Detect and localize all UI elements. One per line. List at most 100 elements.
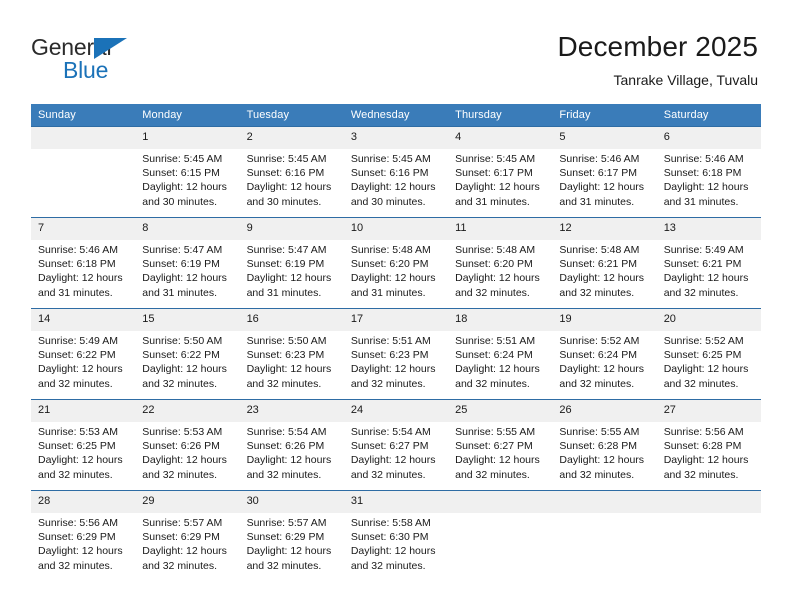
day-details: Sunrise: 5:54 AM Sunset: 6:27 PM Dayligh… [344,422,448,482]
page-header: General Blue December 2025 Tanrake Villa… [0,0,792,100]
sunset-text: Sunset: 6:20 PM [350,258,429,271]
day-cell[interactable]: 8 Sunrise: 5:47 AM Sunset: 6:19 PM Dayli… [135,217,240,309]
daylight-text-cont: and 32 minutes. [663,286,739,299]
day-number: 7 [31,218,136,240]
day-cell[interactable]: 14 Sunrise: 5:49 AM Sunset: 6:22 PM Dayl… [31,308,136,400]
logo-triangle-icon [94,38,127,59]
day-number: 18 [448,309,553,331]
day-cell[interactable]: 30 Sunrise: 5:57 AM Sunset: 6:29 PM Dayl… [239,490,344,586]
day-details: Sunrise: 5:49 AM Sunset: 6:22 PM Dayligh… [31,331,135,391]
day-cell[interactable]: 9 Sunrise: 5:47 AM Sunset: 6:19 PM Dayli… [239,217,344,309]
daylight-text-cont: and 32 minutes. [246,377,322,390]
day-cell[interactable]: 10 Sunrise: 5:48 AM Sunset: 6:20 PM Dayl… [343,217,449,309]
daylight-text-cont: and 32 minutes. [142,559,217,572]
day-details: Sunrise: 5:53 AM Sunset: 6:26 PM Dayligh… [135,422,239,482]
page-title: December 2025 [557,31,758,62]
day-cell[interactable]: 15 Sunrise: 5:50 AM Sunset: 6:22 PM Dayl… [135,308,240,400]
day-cell[interactable]: 18 Sunrise: 5:51 AM Sunset: 6:24 PM Dayl… [448,308,553,400]
day-cell[interactable]: 29 Sunrise: 5:57 AM Sunset: 6:29 PM Dayl… [135,490,240,586]
daylight-text-cont: and 31 minutes. [246,286,322,299]
daylight-text-cont: and 32 minutes. [246,559,322,572]
day-details: Sunrise: 5:50 AM Sunset: 6:23 PM Dayligh… [240,331,344,391]
daylight-text-cont: and 32 minutes. [455,468,530,481]
sunset-text: Sunset: 6:27 PM [350,440,429,453]
day-cell[interactable]: 28 Sunrise: 5:56 AM Sunset: 6:29 PM Dayl… [31,490,136,586]
day-cell[interactable] [31,126,136,218]
day-cell[interactable]: 19 Sunrise: 5:52 AM Sunset: 6:24 PM Dayl… [552,308,657,400]
weekday-header-sunday: Sunday [31,104,136,127]
sunrise-text: Sunrise: 5:54 AM [246,426,327,438]
day-cell[interactable]: 21 Sunrise: 5:53 AM Sunset: 6:25 PM Dayl… [31,399,136,491]
day-cell[interactable]: 12 Sunrise: 5:48 AM Sunset: 6:21 PM Dayl… [552,217,657,309]
day-details: Sunrise: 5:54 AM Sunset: 6:26 PM Dayligh… [240,422,344,482]
daylight-text-cont: and 31 minutes. [350,286,426,299]
weekday-header-thursday: Thursday [448,104,553,127]
daylight-text: Daylight: 12 hours [350,454,436,467]
daylight-text-cont: and 30 minutes. [246,195,322,208]
day-cell[interactable]: 25 Sunrise: 5:55 AM Sunset: 6:27 PM Dayl… [448,399,553,491]
sunset-text: Sunset: 6:15 PM [142,167,220,180]
day-cell[interactable]: 1 Sunrise: 5:45 AM Sunset: 6:15 PM Dayli… [135,126,240,218]
day-cell[interactable] [552,490,657,586]
sunrise-text: Sunrise: 5:45 AM [350,153,431,165]
day-cell[interactable]: 6 Sunrise: 5:46 AM Sunset: 6:18 PM Dayli… [656,126,761,218]
day-details: Sunrise: 5:58 AM Sunset: 6:30 PM Dayligh… [344,513,448,573]
day-details: Sunrise: 5:55 AM Sunset: 6:27 PM Dayligh… [448,422,552,482]
week-row: 14 Sunrise: 5:49 AM Sunset: 6:22 PM Dayl… [31,308,761,400]
day-number: 14 [31,309,136,331]
daylight-text-cont: and 32 minutes. [663,468,739,481]
day-details: Sunrise: 5:48 AM Sunset: 6:21 PM Dayligh… [552,240,656,300]
day-cell[interactable]: 23 Sunrise: 5:54 AM Sunset: 6:26 PM Dayl… [239,399,344,491]
day-number: 2 [239,127,344,149]
day-cell[interactable]: 31 Sunrise: 5:58 AM Sunset: 6:30 PM Dayl… [343,490,449,586]
day-cell[interactable]: 24 Sunrise: 5:54 AM Sunset: 6:27 PM Dayl… [343,399,449,491]
daylight-text-cont: and 32 minutes. [455,377,530,390]
sunrise-text: Sunrise: 5:50 AM [246,335,327,347]
day-cell[interactable]: 7 Sunrise: 5:46 AM Sunset: 6:18 PM Dayli… [31,217,136,309]
day-cell[interactable] [656,490,761,586]
sunset-text: Sunset: 6:22 PM [38,349,116,362]
day-details: Sunrise: 5:57 AM Sunset: 6:29 PM Dayligh… [240,513,344,573]
day-cell[interactable]: 13 Sunrise: 5:49 AM Sunset: 6:21 PM Dayl… [656,217,761,309]
sunset-text: Sunset: 6:25 PM [38,440,116,453]
day-cell[interactable]: 26 Sunrise: 5:55 AM Sunset: 6:28 PM Dayl… [552,399,657,491]
weekday-header-monday: Monday [135,104,240,127]
day-cell[interactable]: 2 Sunrise: 5:45 AM Sunset: 6:16 PM Dayli… [239,126,344,218]
sunset-text: Sunset: 6:16 PM [246,167,325,180]
daylight-text: Daylight: 12 hours [142,454,227,467]
day-cell[interactable]: 27 Sunrise: 5:56 AM Sunset: 6:28 PM Dayl… [656,399,761,491]
sunrise-text: Sunrise: 5:49 AM [38,335,118,347]
weekday-header-tuesday: Tuesday [239,104,344,127]
day-cell[interactable]: 4 Sunrise: 5:45 AM Sunset: 6:17 PM Dayli… [448,126,553,218]
general-blue-logo[interactable]: General Blue [31,34,261,90]
daylight-text-cont: and 32 minutes. [38,559,113,572]
daylight-text-cont: and 32 minutes. [559,468,635,481]
daylight-text-cont: and 32 minutes. [38,468,113,481]
day-cell[interactable]: 17 Sunrise: 5:51 AM Sunset: 6:23 PM Dayl… [343,308,449,400]
day-cell[interactable]: 3 Sunrise: 5:45 AM Sunset: 6:16 PM Dayli… [343,126,449,218]
daylight-text-cont: and 32 minutes. [559,377,635,390]
daylight-text-cont: and 32 minutes. [350,559,426,572]
day-cell[interactable]: 5 Sunrise: 5:46 AM Sunset: 6:17 PM Dayli… [552,126,657,218]
sunrise-text: Sunrise: 5:52 AM [663,335,744,347]
daylight-text: Daylight: 12 hours [559,454,645,467]
sunset-text: Sunset: 6:16 PM [350,167,429,180]
daylight-text-cont: and 32 minutes. [350,377,426,390]
sunset-text: Sunset: 6:26 PM [246,440,325,453]
day-number: 15 [135,309,240,331]
sunset-text: Sunset: 6:24 PM [559,349,638,362]
day-cell[interactable]: 20 Sunrise: 5:52 AM Sunset: 6:25 PM Dayl… [656,308,761,400]
day-cell[interactable]: 22 Sunrise: 5:53 AM Sunset: 6:26 PM Dayl… [135,399,240,491]
sunset-text: Sunset: 6:22 PM [142,349,220,362]
sunset-text: Sunset: 6:29 PM [142,531,220,544]
sunrise-text: Sunrise: 5:57 AM [142,517,223,529]
day-cell[interactable] [448,490,553,586]
day-cell[interactable]: 11 Sunrise: 5:48 AM Sunset: 6:20 PM Dayl… [448,217,553,309]
sunrise-text: Sunrise: 5:53 AM [38,426,118,438]
sunset-text: Sunset: 6:23 PM [350,349,429,362]
day-number: 10 [343,218,449,240]
sunset-text: Sunset: 6:28 PM [559,440,638,453]
day-cell[interactable]: 16 Sunrise: 5:50 AM Sunset: 6:23 PM Dayl… [239,308,344,400]
day-details: Sunrise: 5:48 AM Sunset: 6:20 PM Dayligh… [448,240,552,300]
day-number: 19 [552,309,657,331]
